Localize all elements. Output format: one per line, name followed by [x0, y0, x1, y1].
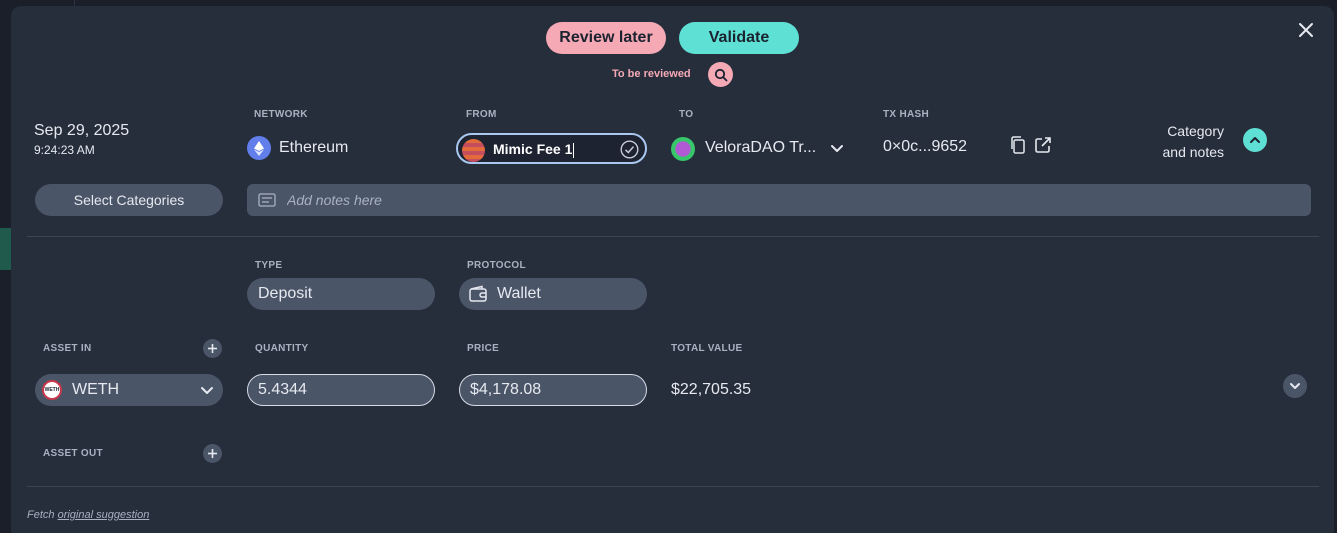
check-circle-icon[interactable]	[620, 140, 639, 159]
expand-row-button[interactable]	[1283, 374, 1307, 398]
protocol-label: PROTOCOL	[467, 260, 526, 271]
weth-icon: WETH	[42, 380, 62, 400]
plus-icon	[208, 344, 217, 353]
external-link-icon[interactable]	[1033, 135, 1053, 155]
price-input[interactable]	[470, 381, 630, 399]
type-label: TYPE	[255, 260, 283, 271]
protocol-select[interactable]: Wallet	[459, 278, 647, 310]
notes-icon	[258, 193, 276, 207]
protocol-value: Wallet	[497, 285, 541, 302]
text-caret	[573, 142, 575, 158]
transaction-date: Sep 29, 2025	[34, 122, 130, 139]
wallet-icon	[469, 285, 487, 302]
chevron-down-icon	[1290, 383, 1300, 389]
transaction-time: 9:24:23 AM	[34, 143, 95, 157]
plus-icon	[208, 449, 217, 458]
txhash-value: 0×0c...9652	[883, 138, 968, 155]
review-later-button[interactable]: Review later	[546, 22, 666, 54]
to-value[interactable]: VeloraDAO Tr...	[705, 139, 816, 157]
chevron-down-icon	[201, 387, 213, 394]
asset-value: WETH	[72, 381, 120, 398]
type-value: Deposit	[258, 285, 313, 302]
price-label: PRICE	[467, 343, 500, 354]
asset-in-label: ASSET IN	[43, 343, 92, 354]
search-icon[interactable]	[708, 62, 733, 87]
copy-icon[interactable]	[1008, 135, 1028, 155]
from-avatar	[462, 139, 485, 162]
transaction-modal: Review later Validate To be reviewed Sep…	[11, 6, 1334, 533]
from-label: FROM	[466, 109, 497, 120]
quantity-input[interactable]	[258, 381, 418, 399]
section-divider	[27, 236, 1319, 237]
notes-field[interactable]	[247, 184, 1311, 216]
validate-button[interactable]: Validate	[679, 22, 799, 54]
footer-divider	[27, 486, 1319, 487]
from-value[interactable]: Mimic Fee 1	[493, 141, 572, 157]
network-value: Ethereum	[279, 139, 349, 156]
quantity-field[interactable]	[247, 374, 435, 406]
add-asset-out-button[interactable]	[203, 444, 222, 463]
asset-out-label: ASSET OUT	[43, 448, 103, 459]
select-categories-button[interactable]: Select Categories	[35, 184, 223, 216]
quantity-label: QUANTITY	[255, 343, 309, 354]
fetch-suggestion: Fetch original suggestion	[27, 509, 149, 521]
fetch-text: Fetch	[27, 509, 55, 521]
from-input[interactable]: Mimic Fee 1	[456, 133, 647, 164]
add-asset-in-button[interactable]	[203, 339, 222, 358]
txhash-label: TX HASH	[883, 109, 929, 120]
original-suggestion-link[interactable]: original suggestion	[58, 509, 150, 521]
to-label: TO	[679, 109, 694, 120]
review-status-text: To be reviewed	[612, 68, 691, 80]
chevron-up-icon[interactable]	[1243, 128, 1267, 152]
asset-select[interactable]: WETH WETH	[35, 374, 223, 406]
total-value-label: TOTAL VALUE	[671, 343, 743, 354]
close-icon[interactable]	[1296, 20, 1316, 40]
total-value: $22,705.35	[671, 381, 752, 398]
price-field[interactable]	[459, 374, 647, 406]
notes-input[interactable]	[287, 192, 1311, 208]
network-label: NETWORK	[254, 109, 308, 120]
ethereum-icon	[247, 136, 271, 160]
category-notes-label: Category and notes	[1162, 123, 1225, 160]
chevron-down-icon[interactable]	[827, 138, 847, 158]
type-select[interactable]: Deposit	[247, 278, 435, 310]
to-avatar	[671, 137, 695, 161]
